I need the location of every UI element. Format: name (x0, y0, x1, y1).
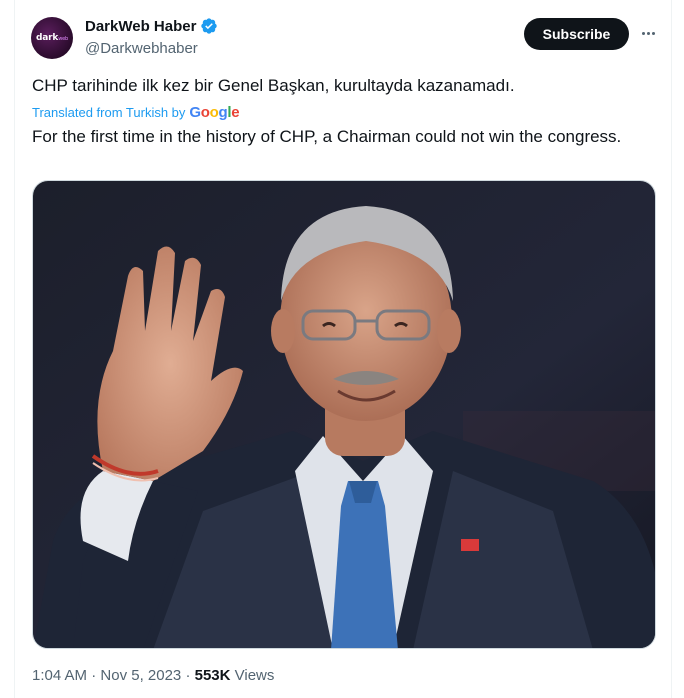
google-logo: Google (189, 104, 240, 121)
author-name-row[interactable]: DarkWeb Haber (85, 17, 218, 35)
tweet-date[interactable]: Nov 5, 2023 (100, 667, 181, 684)
tweet-meta: 1:04 AM · Nov 5, 2023 · 553K Views (32, 667, 275, 684)
author-avatar[interactable]: darkweb (31, 17, 73, 59)
translation-attribution[interactable]: Translated from Turkish by Google (32, 104, 240, 121)
verified-badge-icon (201, 18, 218, 34)
tweet-text: CHP tarihinde ilk kez bir Genel Başkan, … (32, 76, 515, 95)
translated-text: For the first time in the history of CHP… (32, 127, 622, 146)
views-count: 553K (194, 667, 231, 684)
photo-illustration (33, 181, 655, 648)
author-display-name[interactable]: DarkWeb Haber (85, 18, 196, 35)
avatar-logo: darkweb (36, 33, 68, 43)
more-options-icon[interactable] (637, 22, 659, 44)
tweet-photo[interactable] (32, 180, 656, 649)
tweet-time[interactable]: 1:04 AM (32, 667, 87, 684)
translated-from-label: Translated from Turkish by (32, 105, 186, 120)
views-label: Views (230, 667, 275, 684)
author-handle[interactable]: @Darkwebhaber (85, 40, 198, 57)
subscribe-button[interactable]: Subscribe (524, 18, 629, 50)
